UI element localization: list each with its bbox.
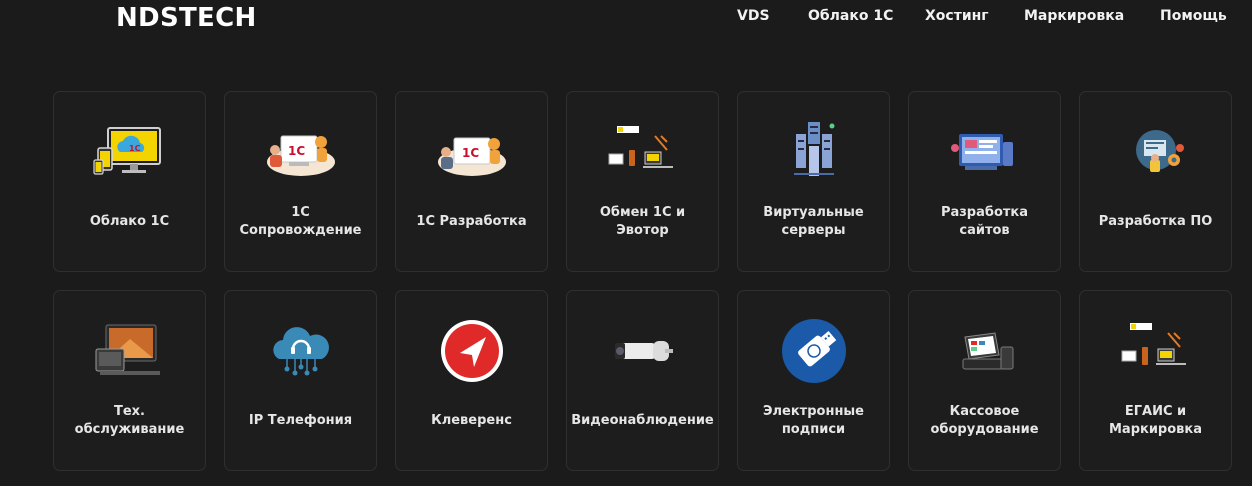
- svg-text:1С: 1С: [288, 144, 305, 158]
- service-label: 1С Сопровождение: [239, 205, 362, 238]
- egais-marking-icon: [1116, 319, 1196, 383]
- nav-item-help[interactable]: Помощь: [1160, 8, 1227, 24]
- service-label: Видеонаблюдение: [571, 413, 714, 428]
- service-label: Электронные подписи: [762, 404, 864, 437]
- computer-maintenance-icon: [90, 319, 170, 383]
- svg-text:1С: 1С: [129, 144, 141, 153]
- service-card-1c-evotor[interactable]: Обмен 1С и Эвотор: [566, 91, 719, 272]
- nav-item-hosting[interactable]: Хостинг: [925, 8, 989, 24]
- service-label: Разработка ПО: [1098, 214, 1213, 229]
- service-card-web-development[interactable]: Разработка сайтов: [908, 91, 1061, 272]
- service-card-ip-telephony[interactable]: IP Телефония: [224, 290, 377, 471]
- 1c-support-illustration-icon: 1С: [261, 120, 341, 184]
- nav-item-vds[interactable]: VDS: [737, 8, 770, 24]
- service-card-1c-development[interactable]: 1С 1С Разработка: [395, 91, 548, 272]
- service-label: ЕГАИС и Маркировка: [1108, 404, 1202, 437]
- cloud-headset-icon: [261, 319, 341, 383]
- service-card-egais-marking[interactable]: ЕГАИС и Маркировка: [1079, 290, 1232, 471]
- service-card-cctv[interactable]: Видеонаблюдение: [566, 290, 719, 471]
- main-nav: VDS Облако 1С Хостинг Маркировка Помощь: [0, 8, 1252, 28]
- service-label: Кассовое оборудование: [930, 404, 1039, 437]
- service-label: Виртуальные серверы: [763, 205, 864, 238]
- 1c-evotor-exchange-icon: [603, 120, 683, 184]
- service-card-1c-support[interactable]: 1С 1С Сопровождение: [224, 91, 377, 272]
- service-card-cloud-1c[interactable]: 1С Облако 1С: [53, 91, 206, 272]
- software-development-icon: [1116, 120, 1196, 184]
- service-label: Облако 1С: [89, 214, 170, 229]
- cctv-camera-icon: [603, 319, 683, 383]
- service-card-virtual-servers[interactable]: Виртуальные серверы: [737, 91, 890, 272]
- service-card-cleverence[interactable]: Клеверенс: [395, 290, 548, 471]
- service-label: Тех. обслуживание: [74, 404, 185, 437]
- cleverence-logo-icon: [432, 319, 512, 383]
- web-development-icon: [945, 120, 1025, 184]
- 1c-development-illustration-icon: 1С: [432, 120, 512, 184]
- service-card-e-signatures[interactable]: Электронные подписи: [737, 290, 890, 471]
- service-label: Разработка сайтов: [940, 205, 1029, 238]
- cloud-1c-devices-icon: 1С: [90, 120, 170, 184]
- server-racks-icon: [774, 120, 854, 184]
- service-label: 1С Разработка: [416, 214, 527, 229]
- pos-terminal-icon: [945, 319, 1025, 383]
- nav-item-cloud-1c[interactable]: Облако 1С: [808, 8, 893, 24]
- service-card-pos-equipment[interactable]: Кассовое оборудование: [908, 290, 1061, 471]
- svg-text:1С: 1С: [462, 146, 479, 160]
- service-label: Обмен 1С и Эвотор: [599, 205, 686, 238]
- service-card-maintenance[interactable]: Тех. обслуживание: [53, 290, 206, 471]
- usb-token-icon: [774, 319, 854, 383]
- service-label: Клеверенс: [431, 413, 512, 428]
- service-card-software-development[interactable]: Разработка ПО: [1079, 91, 1232, 272]
- site-header: NDSTECH VDS Облако 1С Хостинг Маркировка…: [0, 0, 1252, 40]
- nav-item-marking[interactable]: Маркировка: [1024, 8, 1124, 24]
- service-label: IP Телефония: [248, 413, 353, 428]
